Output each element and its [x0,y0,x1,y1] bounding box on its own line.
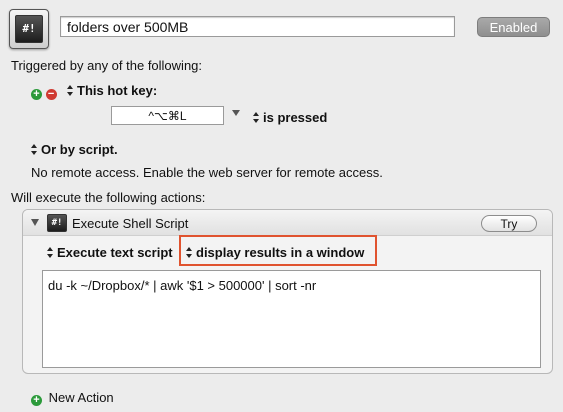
macro-icon[interactable]: #! [9,9,49,49]
hotkey-menu-arrow-icon[interactable] [232,110,240,116]
output-mode-label: display results in a window [196,245,365,260]
execute-mode-label: Execute text script [57,245,173,260]
trigger-controls: + − [31,84,57,100]
add-trigger-icon[interactable]: + [31,89,42,100]
updown-arrows-icon [47,247,54,258]
hotkey-field[interactable]: ^⌥⌘L [111,106,224,125]
hotkey-trigger-popup[interactable]: This hot key: [67,83,157,98]
actions-heading: Will execute the following actions: [11,190,206,205]
updown-arrows-icon [31,144,38,155]
shell-script-icon: #! [15,15,43,43]
output-mode-popup[interactable]: display results in a window [186,245,364,260]
execute-mode-popup[interactable]: Execute text script [47,245,173,260]
script-textarea[interactable]: du -k ~/Dropbox/* | awk '$1 > 500000' | … [42,270,541,368]
shell-script-icon: #! [47,214,67,232]
script-trigger-popup[interactable]: Or by script. [31,142,118,157]
macro-name-field[interactable]: folders over 500MB [60,16,455,37]
updown-arrows-icon [186,247,193,258]
remote-access-text: No remote access. Enable the web server … [31,165,383,180]
enabled-button[interactable]: Enabled [477,17,550,37]
remove-trigger-icon[interactable]: − [45,89,57,100]
triggers-heading: Triggered by any of the following: [11,58,203,73]
pressed-label: is pressed [263,110,328,125]
updown-arrows-icon [253,112,260,123]
new-action-button[interactable]: + New Action [31,390,114,406]
add-action-icon: + [31,395,42,406]
hotkey-trigger-label: This hot key: [77,83,158,98]
updown-arrows-icon [67,85,74,96]
action-title: Execute Shell Script [72,216,189,231]
new-action-label: New Action [48,390,114,405]
pressed-popup[interactable]: is pressed [253,110,327,125]
script-trigger-label: Or by script. [41,142,118,157]
try-button[interactable]: Try [481,215,537,232]
disclosure-triangle-icon[interactable] [31,219,39,226]
